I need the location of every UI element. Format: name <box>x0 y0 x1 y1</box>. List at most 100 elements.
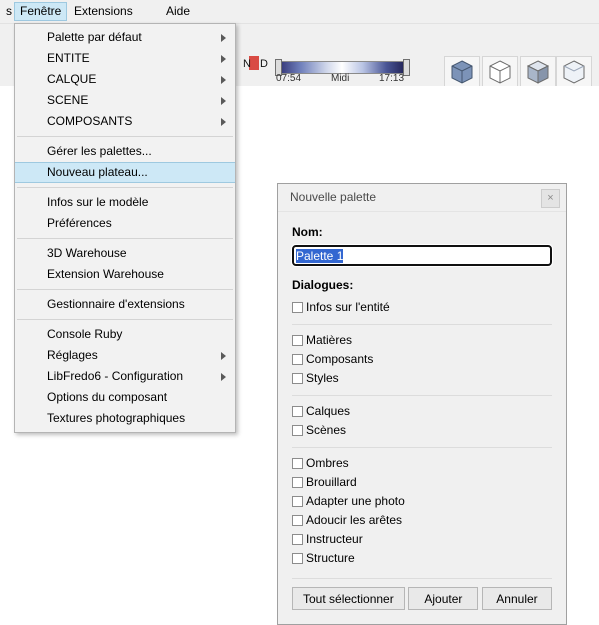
checkbox-icon[interactable] <box>292 553 303 564</box>
menu-item-gestionnaire-dextensions[interactable]: Gestionnaire d'extensions <box>15 294 235 315</box>
divider <box>292 578 552 579</box>
shadow-handle-right[interactable] <box>403 59 410 76</box>
checkbox-label: Structure <box>306 551 355 565</box>
menu-item-scene[interactable]: SCENE <box>15 90 235 111</box>
checkbox-row-matieres[interactable]: Matières <box>292 331 552 350</box>
name-field-label: Nom: <box>292 225 323 239</box>
menu-item-libfredo6-configuration[interactable]: LibFredo6 - Configuration <box>15 366 235 387</box>
checkbox-icon[interactable] <box>292 335 303 346</box>
menu-item-label: 3D Warehouse <box>47 246 127 260</box>
checkbox-row-composants[interactable]: Composants <box>292 350 552 369</box>
checkbox-label: Styles <box>306 371 339 385</box>
checkbox-label: Brouillard <box>306 475 357 489</box>
menu-item-label: Extension Warehouse <box>47 267 164 281</box>
menubar-item-extensions[interactable]: Extensions <box>68 3 139 20</box>
menu-item-textures-photographiques[interactable]: Textures photographiques <box>15 408 235 429</box>
divider <box>292 447 552 448</box>
checkbox-row-instructeur[interactable]: Instructeur <box>292 530 552 549</box>
checkbox-row-adoucir-les-aretes[interactable]: Adoucir les arêtes <box>292 511 552 530</box>
menu-item-options-du-composant[interactable]: Options du composant <box>15 387 235 408</box>
add-button[interactable]: Ajouter <box>408 587 479 610</box>
cancel-button[interactable]: Annuler <box>481 587 552 610</box>
chevron-right-icon <box>221 75 226 84</box>
menu-item-extension-warehouse[interactable]: Extension Warehouse <box>15 264 235 285</box>
checkbox-icon[interactable] <box>292 496 303 507</box>
checkbox-row-calques[interactable]: Calques <box>292 402 552 421</box>
menu-item-infos-sur-le-modele[interactable]: Infos sur le modèle <box>15 192 235 213</box>
checkbox-icon[interactable] <box>292 302 303 313</box>
checkbox-icon[interactable] <box>292 458 303 469</box>
menu-item-label: ENTITE <box>47 51 90 65</box>
checkbox-row-adapter-une-photo[interactable]: Adapter une photo <box>292 492 552 511</box>
menu-item-gerer-les-palettes[interactable]: Gérer les palettes... <box>15 141 235 162</box>
cube-icon[interactable] <box>444 56 480 88</box>
dialog-titlebar[interactable]: Nouvelle palette × <box>278 184 566 212</box>
checkbox-icon[interactable] <box>292 534 303 545</box>
select-all-button[interactable]: Tout sélectionner <box>292 587 405 610</box>
menu-separator <box>17 136 233 137</box>
cube-wireframe-icon[interactable] <box>482 56 518 88</box>
menu-separator <box>17 319 233 320</box>
menu-item-label: LibFredo6 - Configuration <box>47 369 184 383</box>
checkbox-label: Adapter une photo <box>306 494 405 508</box>
chevron-right-icon <box>221 54 226 63</box>
menu-item-label: Infos sur le modèle <box>47 195 149 209</box>
checkbox-label: Adoucir les arêtes <box>306 513 403 527</box>
checkbox-label: Infos sur l'entité <box>306 300 390 314</box>
checkbox-row-brouillard[interactable]: Brouillard <box>292 473 552 492</box>
checkbox-icon[interactable] <box>292 477 303 488</box>
checkbox-row-structure[interactable]: Structure <box>292 549 552 568</box>
checkbox-icon[interactable] <box>292 354 303 365</box>
menu-item-composants[interactable]: COMPOSANTS <box>15 111 235 132</box>
menu-item-palette-par-defaut[interactable]: Palette par défaut <box>15 27 235 48</box>
menu-item-calque[interactable]: CALQUE <box>15 69 235 90</box>
palette-name-input[interactable] <box>291 244 553 267</box>
menu-item-label: Gérer les palettes... <box>47 144 152 158</box>
close-icon[interactable]: × <box>541 189 560 208</box>
shadow-date-label: D <box>260 58 268 70</box>
dialogues-checkbox-list: Infos sur l'entité Matières Composants S… <box>292 298 552 568</box>
menu-item-reglages[interactable]: Réglages <box>15 345 235 366</box>
menu-separator <box>17 289 233 290</box>
menu-separator <box>17 238 233 239</box>
menu-item-nouveau-plateau[interactable]: Nouveau plateau... <box>15 162 235 183</box>
checkbox-icon[interactable] <box>292 406 303 417</box>
menu-item-entite[interactable]: ENTITE <box>15 48 235 69</box>
checkbox-row-scenes[interactable]: Scènes <box>292 421 552 440</box>
menu-item-console-ruby[interactable]: Console Ruby <box>15 324 235 345</box>
chevron-right-icon <box>221 96 226 105</box>
dialog-button-row: Tout sélectionner Ajouter Annuler <box>292 587 552 614</box>
menu-item-label: Palette par défaut <box>47 30 142 44</box>
shadow-time-slider[interactable]: N D 07:54 Midi 17:13 <box>243 56 443 84</box>
divider <box>292 395 552 396</box>
chevron-right-icon <box>221 117 226 126</box>
menu-item-label: Réglages <box>47 348 98 362</box>
cube-xray-icon[interactable] <box>556 56 592 88</box>
cube-shaded-icon[interactable] <box>520 56 556 88</box>
chevron-right-icon <box>221 372 226 381</box>
checkbox-icon[interactable] <box>292 515 303 526</box>
checkbox-icon[interactable] <box>292 373 303 384</box>
menubar-item-aide[interactable]: Aide <box>160 3 196 20</box>
checkbox-row-styles[interactable]: Styles <box>292 369 552 388</box>
checkbox-label: Scènes <box>306 423 347 437</box>
shadow-noon-label: Midi <box>331 73 350 84</box>
menu-item-3d-warehouse[interactable]: 3D Warehouse <box>15 243 235 264</box>
menu-item-label: Nouveau plateau... <box>47 165 148 179</box>
nouvelle-palette-dialog[interactable]: Nouvelle palette × Nom: Dialogues: Infos… <box>277 183 567 625</box>
menubar-item-fenetre[interactable]: Fenêtre <box>14 2 68 21</box>
menu-item-label: Préférences <box>47 216 112 230</box>
checkbox-label: Ombres <box>306 456 349 470</box>
menu-item-label: Console Ruby <box>47 327 123 341</box>
checkbox-row-infos-entite[interactable]: Infos sur l'entité <box>292 298 552 317</box>
checkbox-row-ombres[interactable]: Ombres <box>292 454 552 473</box>
menu-item-label: SCENE <box>47 93 89 107</box>
shadow-north-label: N <box>243 58 251 70</box>
menu-item-preferences[interactable]: Préférences <box>15 213 235 234</box>
checkbox-label: Calques <box>306 404 351 418</box>
checkbox-label: Composants <box>306 352 374 366</box>
dialog-body: Nom: Dialogues: Infos sur l'entité Matiè… <box>278 212 566 624</box>
fenetre-dropdown-menu[interactable]: Palette par défaut ENTITE CALQUE SCENE C… <box>14 23 236 433</box>
checkbox-icon[interactable] <box>292 425 303 436</box>
menu-item-label: Textures photographiques <box>47 411 186 425</box>
